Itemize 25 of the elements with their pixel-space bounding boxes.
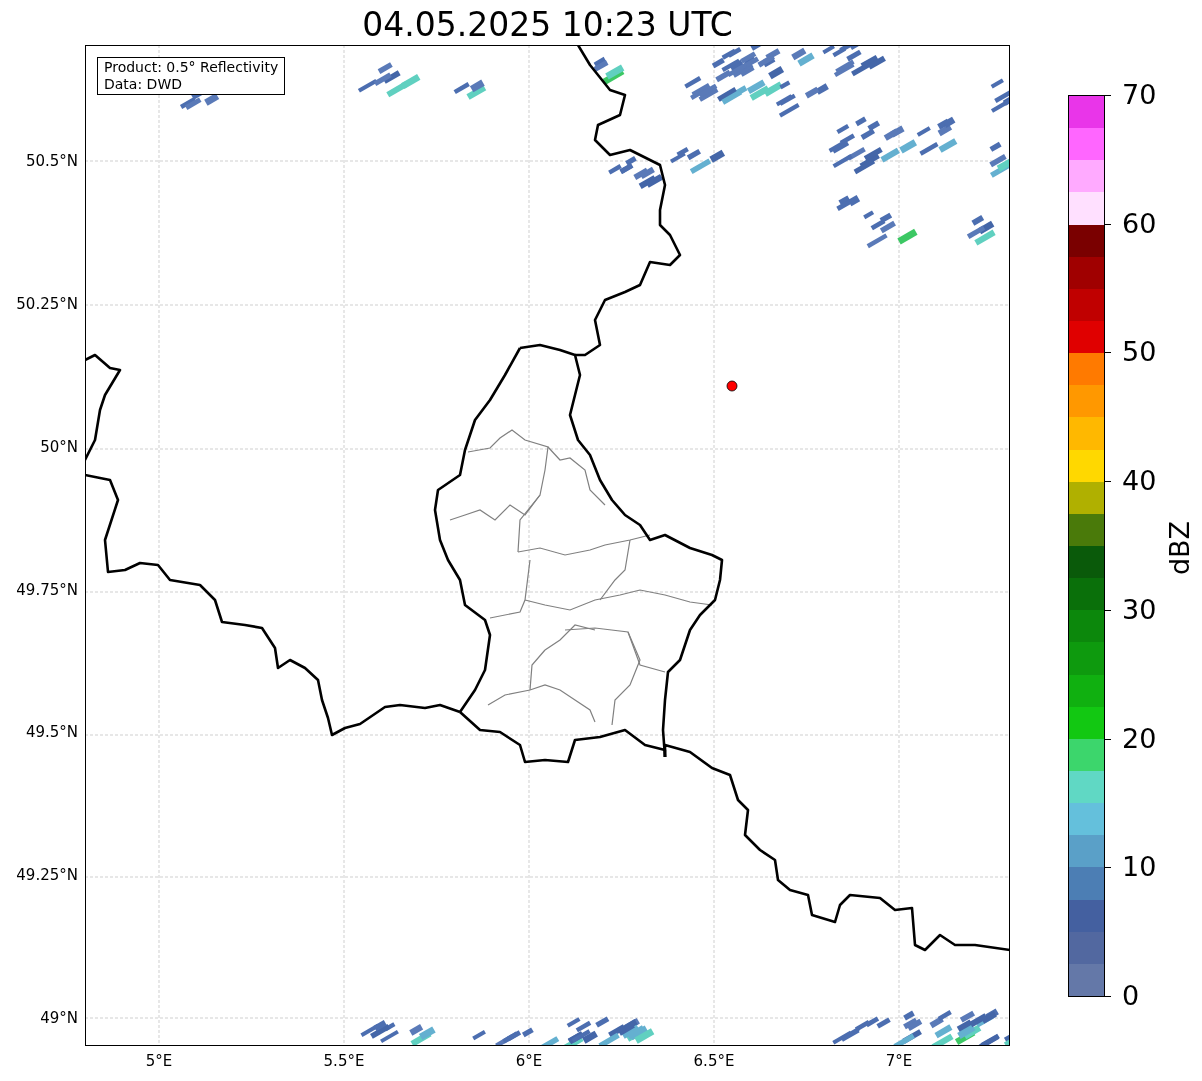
colorbar-tick-label: 40 [1122,466,1157,497]
axis-tick-label: 6°E [514,1052,544,1070]
axis-tick-label: 7°E [884,1052,914,1070]
chart-title: 04.05.2025 10:23 UTC [361,4,734,46]
colorbar-tick-label: 30 [1122,594,1157,625]
axis-tick-label: 50°N [40,437,78,456]
axis-tick-label: 50.5°N [25,152,78,170]
info-text: Product: 0.5° Reflectivity [104,59,279,76]
colorbar-tick-label: 60 [1122,208,1157,239]
colorbar-tick-label: 20 [1122,723,1157,754]
location-marker [726,380,738,392]
axis-tick-label: 5°E [144,1052,174,1070]
axis-tick-label: 49.5°N [25,723,78,742]
axis-tick-label: 49°N [40,1009,78,1027]
axis-tick-label: 49.75°N [16,580,78,599]
axis-tick-label: 5.5°E [322,1052,366,1070]
axis-tick-label: 6.5°E [692,1052,736,1070]
info-text: Data: DWD [104,76,183,93]
colorbar-label: dBZ [1164,520,1196,576]
axis-tick-label: 50.25°N [16,294,78,313]
colorbar-tick-label: 50 [1122,337,1157,368]
colorbar-tick-label: 70 [1122,80,1157,110]
colorbar-tick-label: 0 [1122,981,1140,1011]
colorbar-tick-label: 10 [1122,852,1157,883]
axis-tick-label: 49.25°N [16,866,78,885]
